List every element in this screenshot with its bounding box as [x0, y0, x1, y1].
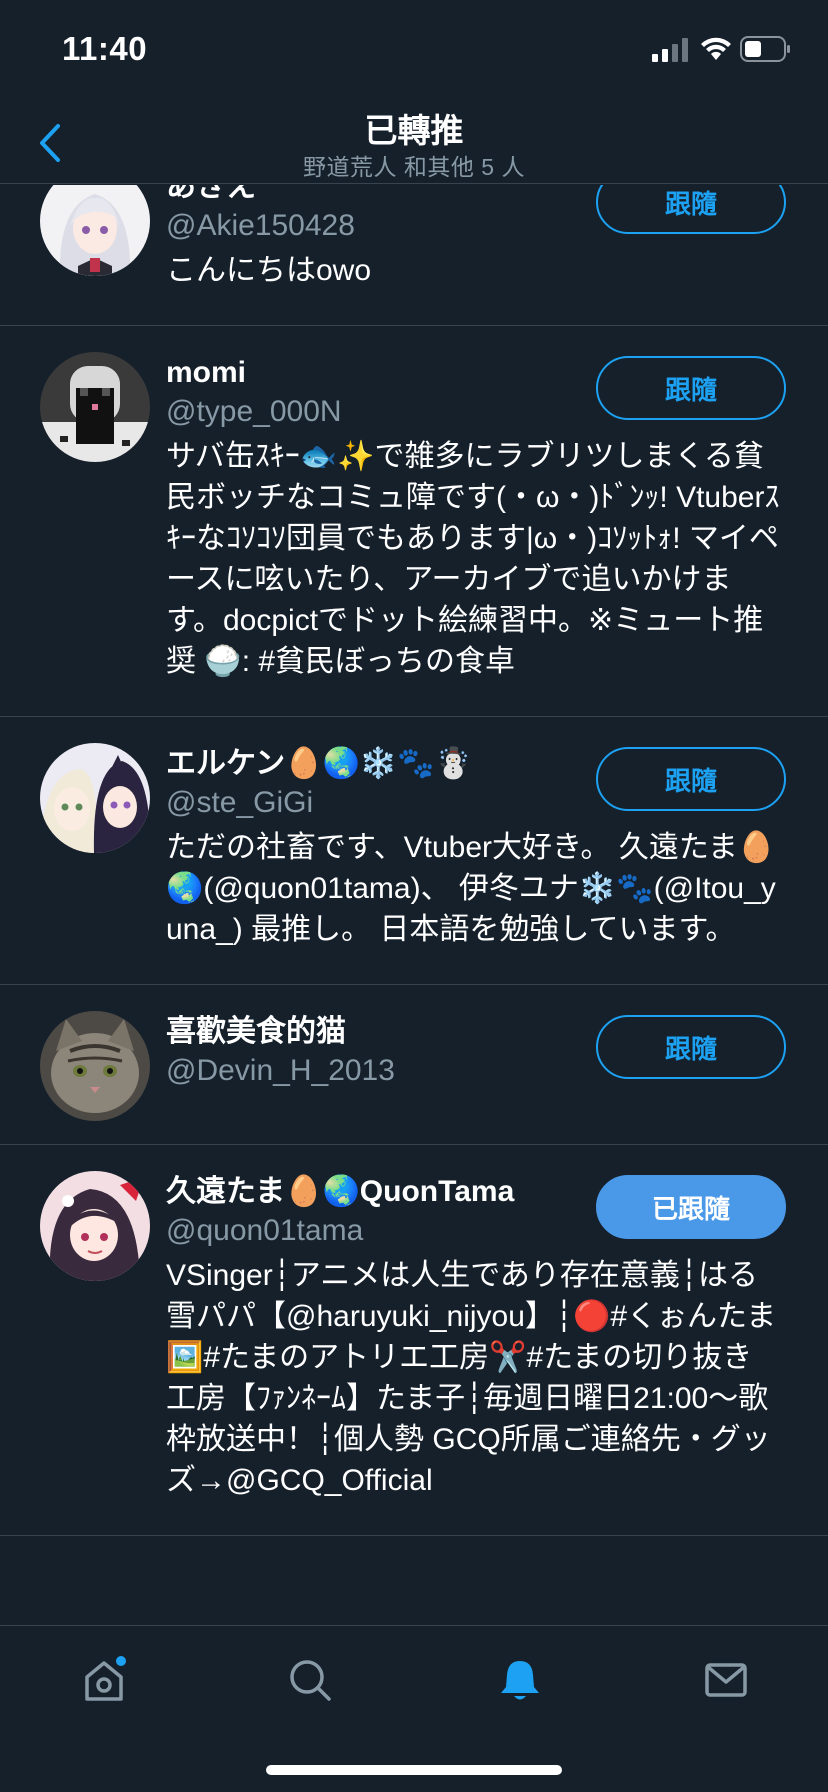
status-time: 11:40	[62, 30, 148, 67]
wifi-icon	[701, 37, 731, 60]
page-title: 已轉推	[364, 112, 464, 149]
navigation-header: 已轉推 野道荒人 和其他 5 人	[0, 100, 828, 184]
user-bio: ただの社畜です、Vtuber大好き。 久遠たま🥚🌏(@quon01tama)、 …	[166, 831, 776, 946]
user-bio: サバ缶ｽｷｰ🐟✨で雑多にラブリツしまくる貧民ボッチなコミュ障です(・ω・)ﾄﾞﾝ…	[166, 440, 780, 678]
follow-button[interactable]: 跟隨	[596, 356, 786, 420]
avatar-image	[40, 1171, 150, 1281]
following-button[interactable]: 已跟隨	[596, 1175, 786, 1239]
user-row[interactable]: 跟隨 エルケン🥚🌏❄️🐾☃️ @ste_GiGi ただの社畜です、Vtuber大…	[0, 717, 828, 985]
avatar-image	[40, 352, 150, 462]
home-icon	[85, 1656, 126, 1701]
user-row[interactable]: 已跟隨 久遠たま🥚🌏QuonTama @quon01tama VSinger┆ア…	[0, 1145, 828, 1536]
user-row[interactable]: 跟隨 momi @type_000N サバ缶ｽｷｰ🐟✨で雑多にラブリツしまくる貧…	[0, 326, 828, 717]
tab-home[interactable]	[74, 1650, 134, 1710]
home-indicator[interactable]	[266, 1765, 562, 1775]
avatar[interactable]	[40, 743, 150, 853]
follow-button[interactable]: 跟隨	[596, 1015, 786, 1079]
user-bio: VSinger┆アニメは人生であり存在意義┆はる雪パパ【@haruyuki_ni…	[166, 1259, 777, 1497]
avatar-image	[40, 743, 150, 853]
avatar[interactable]	[40, 352, 150, 462]
user-bio: こんにちはowo	[166, 254, 372, 287]
tab-notifications[interactable]	[490, 1650, 550, 1710]
follow-button[interactable]: 跟隨	[596, 185, 786, 234]
page-subtitle: 野道荒人 和其他 5 人	[303, 154, 525, 180]
tab-search[interactable]	[280, 1650, 340, 1710]
avatar-image	[40, 1011, 150, 1121]
avatar[interactable]	[40, 1171, 150, 1281]
user-row[interactable]: 跟隨 喜歡美食的猫 @Devin_H_2013	[0, 985, 828, 1145]
messages-mail-icon	[705, 1663, 747, 1697]
tab-messages[interactable]	[696, 1650, 756, 1710]
avatar[interactable]	[40, 185, 150, 276]
battery-icon	[740, 36, 790, 62]
notifications-bell-icon	[501, 1661, 539, 1700]
user-row[interactable]: 跟隨 あきえ @Akie150428 こんにちはowo	[0, 185, 828, 326]
cellular-signal-icon	[652, 38, 688, 62]
search-icon	[290, 1660, 331, 1701]
follow-button[interactable]: 跟隨	[596, 747, 786, 811]
retweeters-list[interactable]: 跟隨 あきえ @Akie150428 こんにちはowo 跟隨 momi @typ…	[0, 185, 828, 1625]
avatar[interactable]	[40, 1011, 150, 1121]
status-bar: 11:40	[0, 0, 828, 100]
avatar-image	[40, 185, 150, 276]
